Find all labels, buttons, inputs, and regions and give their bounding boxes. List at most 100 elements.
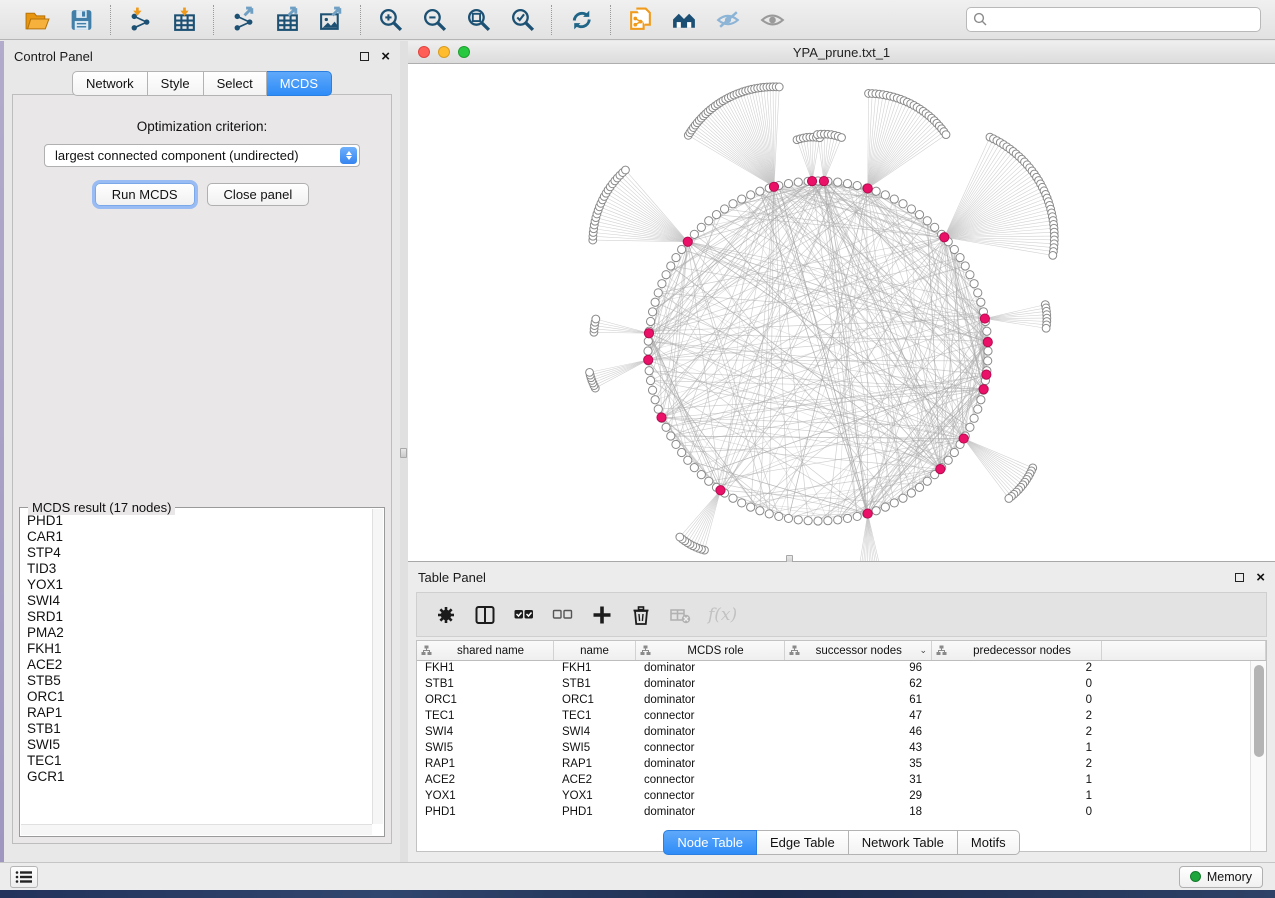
graph-node[interactable] (838, 134, 846, 142)
add-column-button[interactable] (591, 604, 613, 626)
dominator-node[interactable] (657, 413, 666, 422)
graph-node[interactable] (667, 432, 675, 440)
dominator-node[interactable] (936, 464, 945, 473)
column-header-name[interactable]: name (554, 641, 636, 660)
graph-node[interactable] (899, 494, 907, 502)
save-session-button[interactable] (66, 5, 96, 35)
graph-node[interactable] (915, 483, 923, 491)
zoom-in-button[interactable] (375, 5, 405, 35)
tab-node-table[interactable]: Node Table (663, 830, 757, 855)
cell-name[interactable]: ACE2 (554, 773, 636, 789)
column-header-predecessor-nodes[interactable]: predecessor nodes (932, 641, 1102, 660)
graph-node[interactable] (907, 205, 915, 213)
tab-select[interactable]: Select (204, 71, 267, 96)
graph-node[interactable] (1005, 495, 1013, 503)
graph-node[interactable] (794, 516, 802, 524)
splitter-grip[interactable] (400, 448, 407, 458)
table-row-PHD1[interactable]: PHD1PHD1dominator180 (417, 805, 1250, 821)
graph-node[interactable] (834, 178, 842, 186)
graph-node[interactable] (966, 423, 974, 431)
table-row-FKH1[interactable]: FKH1FKH1dominator962 (417, 661, 1250, 677)
first-neighbors-button[interactable] (669, 5, 699, 35)
graph-node[interactable] (705, 217, 713, 225)
mcds-result-item[interactable]: SWI4 (27, 593, 372, 609)
table-row-TEC1[interactable]: TEC1TEC1connector472 (417, 709, 1250, 725)
cell-shared-name[interactable]: FKH1 (417, 661, 554, 677)
tab-network-table[interactable]: Network Table (849, 830, 958, 855)
dominator-node[interactable] (863, 184, 872, 193)
graph-node[interactable] (970, 414, 978, 422)
graph-node[interactable] (872, 507, 880, 515)
cell-name[interactable]: FKH1 (554, 661, 636, 677)
graph-node[interactable] (738, 499, 746, 507)
search-field[interactable] (966, 7, 1261, 32)
graph-node[interactable] (756, 187, 764, 195)
cell-predecessor-nodes[interactable]: 1 (932, 741, 1102, 757)
cell-shared-name[interactable]: SWI4 (417, 725, 554, 741)
memory-button[interactable]: Memory (1179, 866, 1263, 888)
graph-node[interactable] (712, 211, 720, 219)
dominator-node[interactable] (940, 233, 949, 242)
cell-predecessor-nodes[interactable]: 0 (932, 677, 1102, 693)
mcds-result-item[interactable]: YOX1 (27, 577, 372, 593)
graph-node[interactable] (944, 456, 952, 464)
graph-node[interactable] (678, 245, 686, 253)
mcds-result-item[interactable]: ACE2 (27, 657, 372, 673)
close-panel-button[interactable]: Close panel (207, 183, 310, 206)
graph-node[interactable] (966, 271, 974, 279)
mcds-result-item[interactable]: TID3 (27, 561, 372, 577)
cell-shared-name[interactable]: TEC1 (417, 709, 554, 725)
cell-MCDS-role[interactable]: dominator (636, 661, 785, 677)
graph-node[interactable] (747, 503, 755, 511)
dominator-node[interactable] (980, 314, 989, 323)
cell-MCDS-role[interactable]: dominator (636, 805, 785, 821)
graph-node[interactable] (645, 367, 653, 375)
graph-node[interactable] (834, 516, 842, 524)
import-table-button[interactable] (169, 5, 199, 35)
graph-node[interactable] (970, 280, 978, 288)
graph-node[interactable] (690, 464, 698, 472)
mcds-result-item[interactable]: ORC1 (27, 689, 372, 705)
graph-node[interactable] (747, 191, 755, 199)
dominator-node[interactable] (769, 182, 778, 191)
graph-node[interactable] (654, 405, 662, 413)
graph-node[interactable] (984, 347, 992, 355)
graph-node[interactable] (931, 223, 939, 231)
mcds-result-item[interactable]: SRD1 (27, 609, 372, 625)
dominator-node[interactable] (979, 385, 988, 394)
cell-successor-nodes[interactable]: 31 (785, 773, 932, 789)
mcds-result-item[interactable]: PMA2 (27, 625, 372, 641)
show-all-button[interactable] (757, 5, 787, 35)
graph-node[interactable] (592, 315, 600, 323)
column-header-successor-nodes[interactable]: successor nodes⌄ (785, 641, 932, 660)
cell-shared-name[interactable]: ACE2 (417, 773, 554, 789)
graph-node[interactable] (622, 166, 630, 174)
mcds-list-vscrollbar[interactable] (372, 509, 383, 824)
cell-name[interactable]: PHD1 (554, 805, 636, 821)
float-panel-icon[interactable] (360, 52, 369, 61)
cell-name[interactable]: ORC1 (554, 693, 636, 709)
dominator-node[interactable] (644, 355, 653, 364)
task-history-button[interactable] (10, 866, 38, 888)
mcds-result-list[interactable]: PHD1CAR1STP4TID3YOX1SWI4SRD1PMA2FKH1ACE2… (21, 509, 372, 824)
graph-node[interactable] (662, 271, 670, 279)
graph-node[interactable] (672, 253, 680, 261)
graph-node[interactable] (977, 396, 985, 404)
graph-node[interactable] (983, 327, 991, 335)
graph-node[interactable] (784, 514, 792, 522)
cell-name[interactable]: SWI4 (554, 725, 636, 741)
mcds-result-item[interactable]: STB5 (27, 673, 372, 689)
graph-node[interactable] (775, 512, 783, 520)
duplicate-network-button[interactable] (625, 5, 655, 35)
graph-node[interactable] (950, 245, 958, 253)
graph-node[interactable] (804, 517, 812, 525)
graph-node[interactable] (729, 494, 737, 502)
select-all-button[interactable] (513, 604, 535, 626)
graph-node[interactable] (705, 477, 713, 485)
graph-node[interactable] (662, 423, 670, 431)
cell-predecessor-nodes[interactable]: 1 (932, 773, 1102, 789)
column-header-shared-name[interactable]: shared name (417, 641, 554, 660)
graph-node[interactable] (974, 289, 982, 297)
cell-shared-name[interactable]: ORC1 (417, 693, 554, 709)
graph-node[interactable] (654, 289, 662, 297)
